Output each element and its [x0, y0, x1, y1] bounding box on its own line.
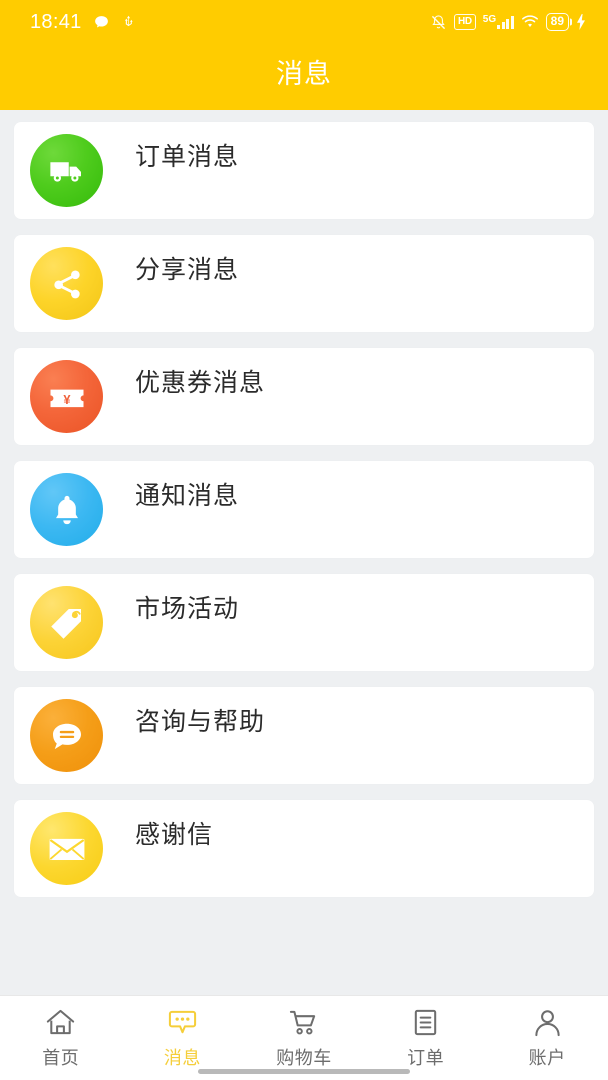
- truck-icon: [30, 134, 103, 207]
- list-item-share-messages[interactable]: 分享消息: [14, 235, 594, 332]
- chat-bubble-icon: [93, 14, 110, 31]
- list-item-label: 市场活动: [135, 595, 240, 623]
- tab-messages[interactable]: 消息: [122, 1005, 244, 1070]
- list-item-label: 订单消息: [135, 143, 240, 171]
- tab-label: 首页: [42, 1048, 80, 1068]
- list-item-label: 优惠券消息: [135, 369, 266, 397]
- list-item-notification-messages[interactable]: 通知消息: [14, 461, 594, 558]
- share-nodes-icon: [30, 247, 103, 320]
- hd-badge: HD: [453, 14, 476, 30]
- list-item-label: 分享消息: [135, 256, 240, 284]
- app-header: 18:41 HD 5G 89 消息: [0, 0, 608, 110]
- tab-orders[interactable]: 订单: [365, 1005, 487, 1070]
- coupon-ticket-icon: ¥: [30, 360, 103, 433]
- status-bar: 18:41 HD 5G 89: [0, 0, 608, 44]
- tab-label: 订单: [407, 1048, 445, 1068]
- status-bar-right: HD 5G 89: [430, 13, 586, 31]
- list-item-label: 通知消息: [135, 482, 240, 510]
- wifi-icon: [521, 15, 539, 29]
- usb-icon: [121, 13, 136, 31]
- chat-bubble-icon: [30, 699, 103, 772]
- shopping-cart-icon: [288, 1005, 319, 1039]
- order-list-icon: [410, 1005, 441, 1039]
- svg-text:¥: ¥: [63, 391, 71, 406]
- list-item-label: 咨询与帮助: [135, 708, 266, 736]
- list-item-thank-you-letter[interactable]: 感谢信: [14, 800, 594, 897]
- message-category-list: 订单消息 分享消息 ¥ 优惠券消息 通知消息 市场活动 咨询与帮助 感谢信: [0, 110, 608, 897]
- network-indicator: 5G: [483, 15, 514, 29]
- signal-bars-icon: [497, 16, 514, 29]
- tab-label: 账户: [528, 1048, 566, 1068]
- bell-muted-icon: [430, 14, 447, 31]
- tab-shopping-cart[interactable]: 购物车: [243, 1005, 365, 1070]
- status-bar-left: 18:41: [30, 11, 136, 34]
- bell-icon: [30, 473, 103, 546]
- tab-label: 购物车: [276, 1048, 332, 1068]
- lightning-bolt-icon: [576, 14, 586, 30]
- list-item-label: 感谢信: [135, 821, 214, 849]
- bottom-navigation-bar: 首页 消息 购物车 订单 账户: [0, 995, 608, 1080]
- list-item-order-messages[interactable]: 订单消息: [14, 122, 594, 219]
- list-item-marketing-activities[interactable]: 市场活动: [14, 574, 594, 671]
- tab-label: 消息: [163, 1048, 201, 1068]
- user-account-icon: [532, 1005, 563, 1039]
- network-label: 5G: [482, 14, 497, 25]
- price-tag-icon: [30, 586, 103, 659]
- message-bubble-icon: [167, 1005, 198, 1039]
- home-icon: [45, 1005, 76, 1039]
- envelope-icon: [30, 812, 103, 885]
- status-time: 18:41: [30, 10, 82, 33]
- list-item-coupon-messages[interactable]: ¥ 优惠券消息: [14, 348, 594, 445]
- tab-home[interactable]: 首页: [0, 1005, 122, 1070]
- battery-indicator: 89: [545, 13, 569, 31]
- tab-account[interactable]: 账户: [486, 1005, 608, 1070]
- page-title: 消息: [276, 59, 332, 89]
- home-indicator: [198, 1069, 410, 1074]
- list-item-consultation-help[interactable]: 咨询与帮助: [14, 687, 594, 784]
